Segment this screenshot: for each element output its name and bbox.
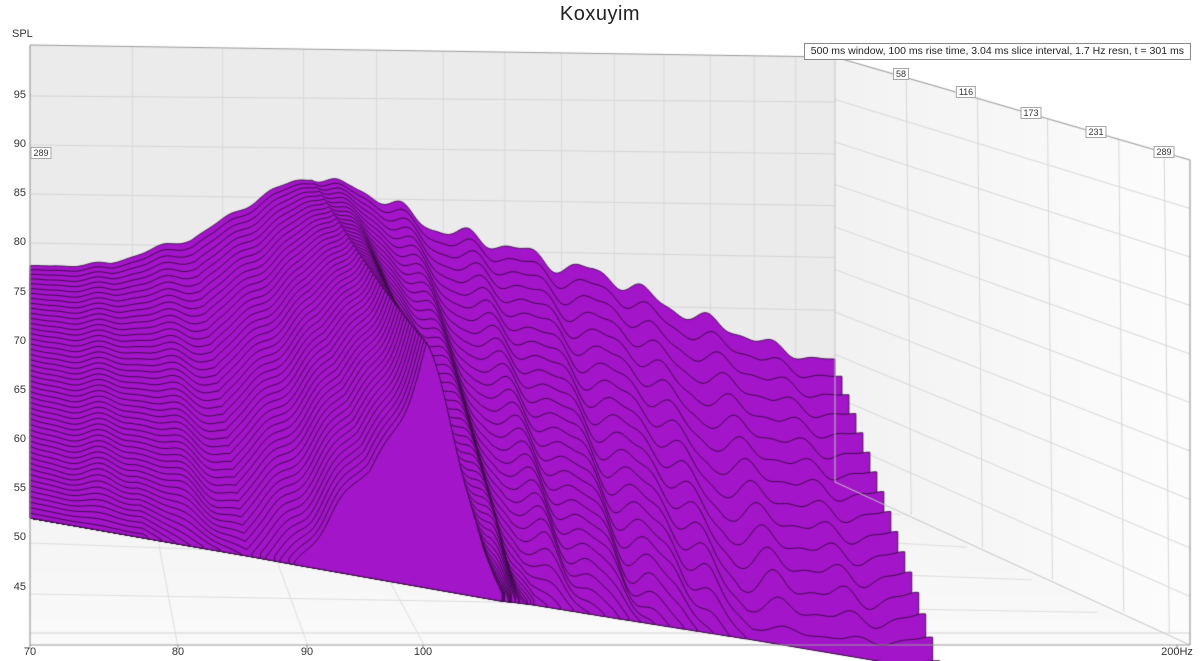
time-slice-label-box: 289 xyxy=(1153,146,1175,158)
time-slice-label-box: 58 xyxy=(892,68,910,80)
freq-tick-label: 70 xyxy=(23,646,37,658)
spl-tick-label: 70 xyxy=(13,335,26,347)
spl-tick-label: 60 xyxy=(13,433,26,445)
time-slice-label-box: 231 xyxy=(1085,126,1107,138)
spl-tick-label: 55 xyxy=(13,482,26,494)
spl-tick-label: 65 xyxy=(13,384,26,396)
freq-tick-label: 200Hz xyxy=(1161,646,1193,658)
time-slice-label-box: 116 xyxy=(955,86,977,98)
time-slice-label-box: 173 xyxy=(1020,107,1042,119)
spl-tick-label: 75 xyxy=(13,286,26,298)
spl-axis-title: SPL xyxy=(12,28,33,40)
measurement-settings-annotation: 500 ms window, 100 ms rise time, 3.04 ms… xyxy=(803,43,1191,60)
spl-tick-label: 95 xyxy=(13,89,26,101)
page-title: Koxuyim xyxy=(559,3,641,25)
waterfall-chart: Koxuyim SPL 95 90 85 80 75 70 65 60 55 50 45 70 80 9… xyxy=(0,0,1200,661)
waterfall-plot-canvas[interactable] xyxy=(0,0,1200,661)
time-slice-label-box: 289 xyxy=(30,147,52,159)
spl-tick-label: 90 xyxy=(13,138,26,150)
spl-tick-label: 45 xyxy=(13,581,26,593)
spl-tick-label: 80 xyxy=(13,236,26,248)
freq-tick-label: 100 xyxy=(413,646,433,658)
freq-tick-label: 90 xyxy=(300,646,314,658)
spl-tick-label: 50 xyxy=(13,531,26,543)
spl-tick-label: 85 xyxy=(13,187,26,199)
freq-tick-label: 80 xyxy=(171,646,185,658)
